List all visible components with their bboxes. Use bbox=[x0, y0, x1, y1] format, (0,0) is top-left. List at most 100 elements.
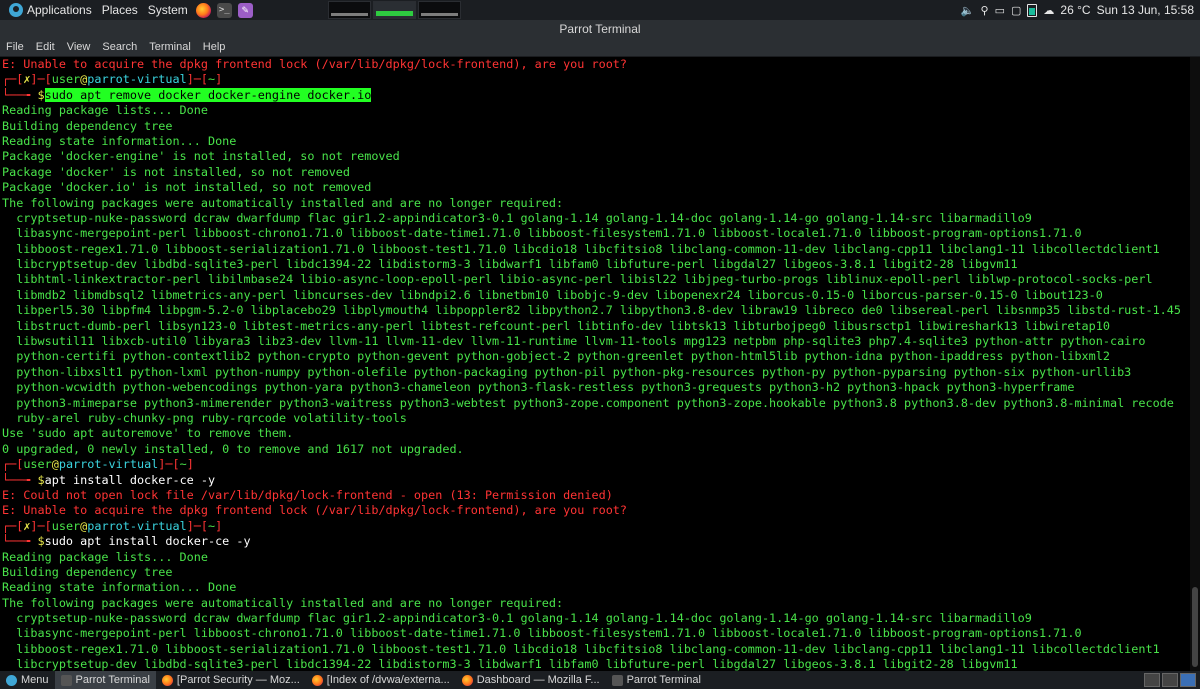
terminal-text: ] bbox=[215, 518, 223, 533]
terminal-text: libperl5.30 libpfm4 libpgm-5.2-0 libplac… bbox=[2, 303, 1181, 318]
menu-terminal[interactable]: Terminal bbox=[143, 38, 197, 56]
menu-icon bbox=[6, 674, 17, 686]
weather-temperature[interactable]: 26 °C bbox=[1060, 3, 1090, 17]
terminal-text: └──╼ bbox=[2, 87, 38, 102]
terminal-text: libasync-mergepoint-perl libboost-chrono… bbox=[2, 626, 1082, 641]
terminal-line: Building dependency tree bbox=[0, 565, 1190, 580]
taskbar-window-button[interactable]: [Parrot Security — Moz... bbox=[156, 671, 306, 689]
location-icon[interactable]: ⚲ bbox=[981, 4, 989, 17]
terminal-line: Reading package lists... Done bbox=[0, 550, 1190, 565]
taskbar-menu-button[interactable]: Menu bbox=[0, 671, 55, 689]
terminal-line: ┌─[user@parrot-virtual]─[~] bbox=[0, 457, 1190, 472]
terminal-text: sudo apt install docker-ce -y bbox=[44, 534, 251, 549]
terminal-text: libwsutil11 libxcb-util0 libyara3 libz3-… bbox=[2, 334, 1146, 349]
places-menu[interactable]: Places bbox=[97, 0, 143, 20]
terminal-text: libhtml-linkextractor-perl libilmbase24 … bbox=[2, 272, 1153, 287]
show-desktop-icon[interactable] bbox=[1144, 673, 1160, 687]
terminal-line: libcryptsetup-dev libdbd-sqlite3-perl li… bbox=[0, 657, 1190, 671]
terminal-text: Package 'docker' is not installed, so no… bbox=[2, 164, 351, 179]
workspace-2[interactable] bbox=[372, 1, 416, 19]
terminal-text: ]─[ bbox=[186, 518, 209, 533]
workspace-switcher-icon[interactable] bbox=[1162, 673, 1178, 687]
terminal-line: Use 'sudo apt autoremove' to remove them… bbox=[0, 426, 1190, 441]
terminal-line: libwsutil11 libxcb-util0 libyara3 libz3-… bbox=[0, 334, 1190, 349]
applet-icon[interactable] bbox=[1180, 673, 1196, 687]
terminal-line: cryptsetup-nuke-password dcraw dwarfdump… bbox=[0, 211, 1190, 226]
terminal-text: E: Unable to acquire the dpkg frontend l… bbox=[2, 57, 628, 71]
taskbar-window-button[interactable]: Parrot Terminal bbox=[606, 671, 707, 689]
menu-file[interactable]: File bbox=[0, 38, 30, 56]
terminal-scrollbar[interactable] bbox=[1190, 57, 1200, 671]
terminal-line: libcryptsetup-dev libdbd-sqlite3-perl li… bbox=[0, 257, 1190, 272]
terminal-text: └──╼ bbox=[2, 472, 38, 487]
battery-icon[interactable] bbox=[1027, 3, 1038, 17]
terminal-line: E: Could not open lock file /var/lib/dpk… bbox=[0, 488, 1190, 503]
applications-menu[interactable]: Applications bbox=[0, 0, 97, 20]
terminal-line: ┌─[✗]─[user@parrot-virtual]─[~] bbox=[0, 72, 1190, 87]
firefox-icon bbox=[461, 674, 473, 686]
terminal-text: python3-mimeparse python3-mimerender pyt… bbox=[2, 395, 1174, 410]
terminal-text: @ bbox=[51, 457, 59, 472]
terminal-text: Package 'docker-engine' is not installed… bbox=[2, 149, 400, 164]
volume-icon[interactable]: 🔈 bbox=[961, 4, 975, 17]
terminal-text: ]─[ bbox=[30, 72, 52, 87]
terminal-icon bbox=[611, 674, 623, 686]
notification-icon[interactable]: ▢ bbox=[1011, 4, 1021, 17]
firefox-launcher-icon[interactable] bbox=[195, 2, 211, 18]
terminal-launcher-icon[interactable]: >_ bbox=[216, 2, 232, 18]
terminal-line: Package 'docker-engine' is not installed… bbox=[0, 149, 1190, 164]
terminal-line: libperl5.30 libpfm4 libpgm-5.2-0 libplac… bbox=[0, 303, 1190, 318]
window-title: Parrot Terminal bbox=[559, 22, 641, 36]
text-editor-launcher-icon[interactable]: ✎ bbox=[237, 2, 253, 18]
terminal-text: apt install docker-ce -y bbox=[44, 472, 216, 487]
terminal-line: E: Unable to acquire the dpkg frontend l… bbox=[0, 57, 1190, 72]
menu-help[interactable]: Help bbox=[197, 38, 232, 56]
system-label: System bbox=[147, 3, 188, 17]
menu-view[interactable]: View bbox=[61, 38, 97, 56]
terminal-line: cryptsetup-nuke-password dcraw dwarfdump… bbox=[0, 611, 1190, 626]
terminal-line: └──╼ $sudo apt remove docker docker-engi… bbox=[0, 87, 1190, 103]
terminal-text: Building dependency tree bbox=[2, 118, 173, 133]
menu-search[interactable]: Search bbox=[96, 38, 143, 56]
workspace-1[interactable] bbox=[327, 1, 371, 19]
taskbar-window-label: Parrot Terminal bbox=[75, 674, 150, 686]
system-menu[interactable]: System bbox=[143, 0, 193, 20]
terminal-text: ┌─[ bbox=[2, 457, 24, 472]
terminal-text: python-wcwidth python-webencodings pytho… bbox=[2, 380, 1075, 395]
taskbar-window-button[interactable]: Dashboard — Mozilla F... bbox=[456, 671, 606, 689]
terminal-text: ruby-arel ruby-chunky-png ruby-rqrcode v… bbox=[2, 410, 407, 425]
terminal-line: The following packages were automaticall… bbox=[0, 196, 1190, 211]
taskbar-window-label: [Parrot Security — Moz... bbox=[176, 674, 300, 686]
terminal-line: ruby-arel ruby-chunky-png ruby-rqrcode v… bbox=[0, 411, 1190, 426]
terminal-text: parrot-virtual bbox=[87, 72, 187, 87]
terminal-text: libasync-mergepoint-perl libboost-chrono… bbox=[2, 226, 1082, 241]
terminal-text: libboost-regex1.71.0 libboost-serializat… bbox=[2, 241, 1160, 256]
clock[interactable]: Sun 13 Jun, 15:58 bbox=[1097, 3, 1194, 17]
terminal-line: Package 'docker' is not installed, so no… bbox=[0, 165, 1190, 180]
terminal-text: cryptsetup-nuke-password dcraw dwarfdump… bbox=[2, 210, 1032, 225]
window-titlebar[interactable]: Parrot Terminal bbox=[0, 20, 1200, 38]
top-panel: Applications Places System >_ ✎ 🔈 ⚲ ▭ ▢ … bbox=[0, 0, 1200, 20]
terminal-line: └──╼ $apt install docker-ce -y bbox=[0, 473, 1190, 488]
workspace-3[interactable] bbox=[417, 1, 461, 19]
taskbar-window-button[interactable]: [Index of /dvwa/externa... bbox=[306, 671, 456, 689]
screen-icon[interactable]: ▭ bbox=[995, 4, 1005, 17]
terminal-text: libcryptsetup-dev libdbd-sqlite3-perl li… bbox=[2, 257, 1018, 272]
terminal-text: parrot-virtual bbox=[87, 518, 187, 533]
terminal-text: ┌─[ bbox=[2, 72, 24, 87]
terminal-icon bbox=[60, 674, 72, 686]
terminal-text: python-certifi python-contextlib2 python… bbox=[2, 349, 1110, 364]
menu-edit[interactable]: Edit bbox=[30, 38, 61, 56]
terminal-output[interactable]: E: Unable to acquire the dpkg frontend l… bbox=[0, 57, 1190, 671]
taskbar-window-button[interactable]: Parrot Terminal bbox=[54, 671, 156, 689]
terminal-text: $ bbox=[37, 87, 45, 102]
terminal-line: The following packages were automaticall… bbox=[0, 596, 1190, 611]
terminal-line: libasync-mergepoint-perl libboost-chrono… bbox=[0, 626, 1190, 641]
terminal-text: ~ bbox=[179, 457, 187, 472]
scrollbar-thumb[interactable] bbox=[1192, 587, 1198, 667]
terminal-text: Use 'sudo apt autoremove' to remove them… bbox=[2, 426, 294, 441]
terminal-text: Reading state information... Done bbox=[2, 580, 237, 595]
system-tray: 🔈 ⚲ ▭ ▢ ☁ 26 °C Sun 13 Jun, 15:58 bbox=[961, 3, 1200, 17]
terminal-text: $ bbox=[37, 534, 45, 549]
terminal-text: Reading package lists... Done bbox=[2, 549, 208, 564]
